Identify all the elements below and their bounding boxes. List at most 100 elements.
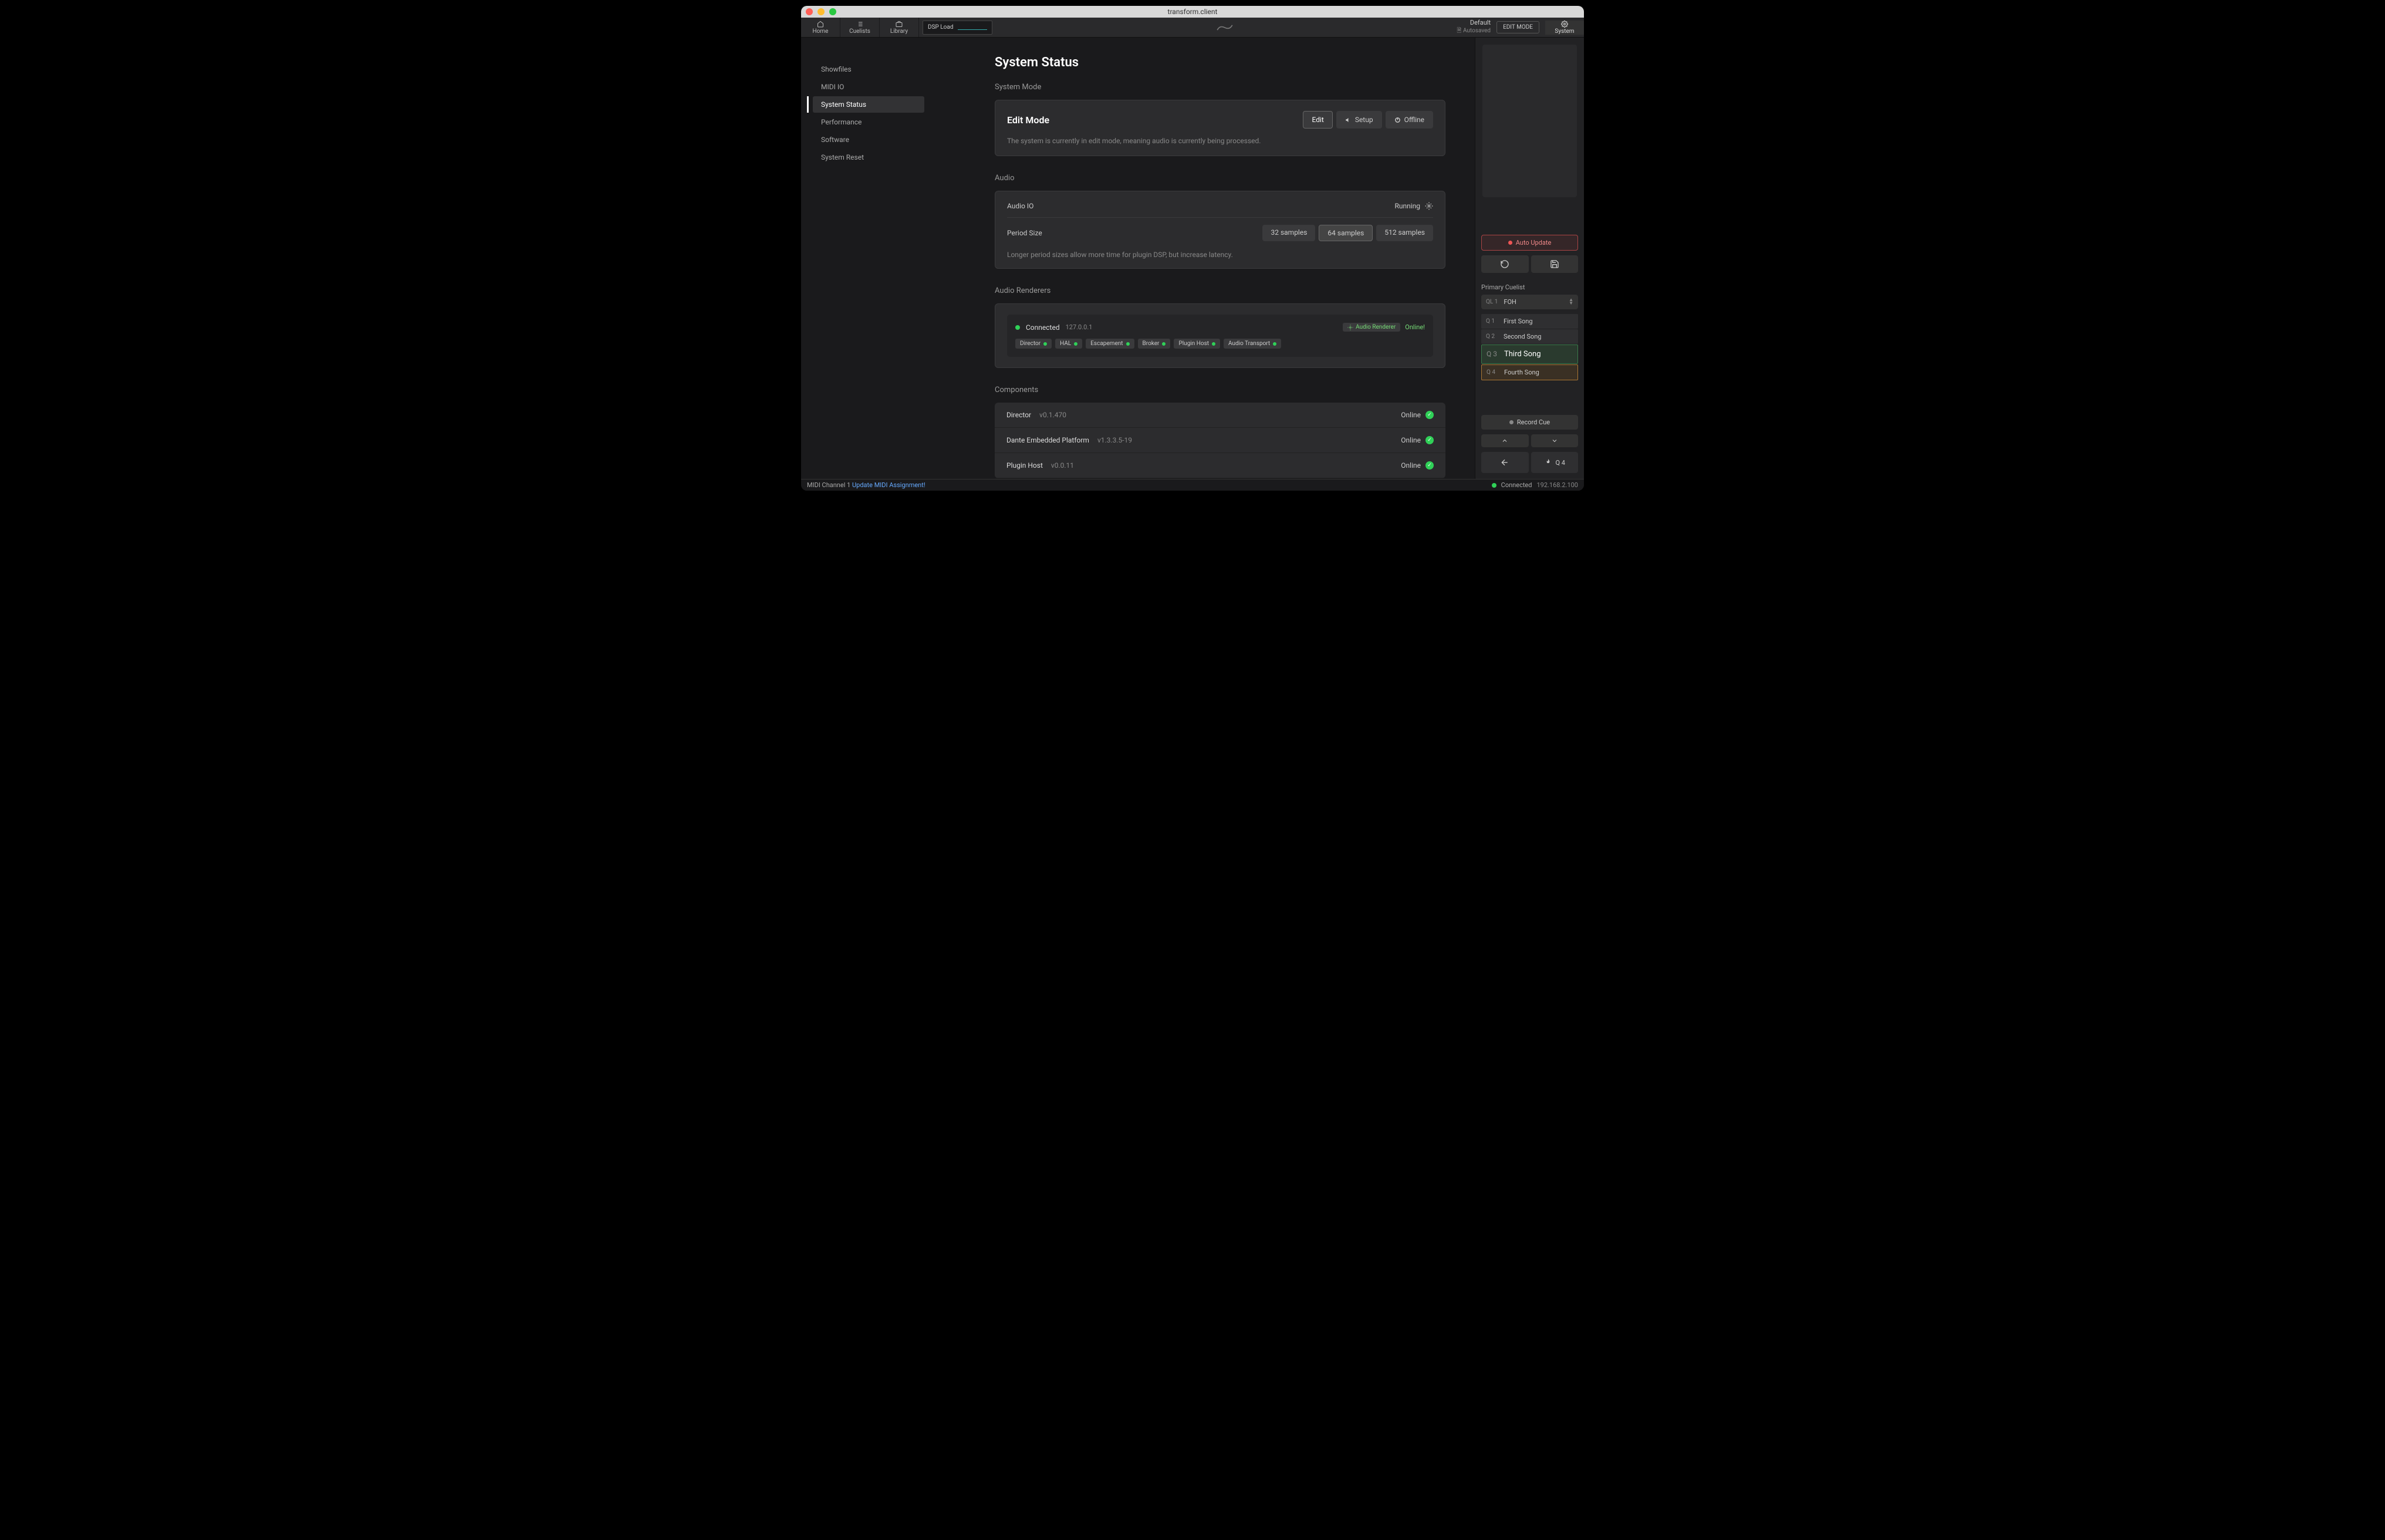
close-icon[interactable] xyxy=(806,8,813,15)
power-icon xyxy=(1394,117,1401,123)
component-version: v1.3.3.5-19 xyxy=(1097,436,1132,444)
component-name: Dante Embedded Platform xyxy=(1006,436,1089,444)
window-controls[interactable] xyxy=(806,8,836,15)
chevron-down-icon xyxy=(1551,437,1558,444)
logo-icon xyxy=(1215,22,1235,33)
chip-escapement: Escapement xyxy=(1086,339,1134,349)
audio-io-status: Running xyxy=(1394,202,1420,210)
go-button[interactable]: Q 4 xyxy=(1531,452,1579,473)
edit-mode-badge[interactable]: EDIT MODE xyxy=(1496,21,1539,33)
mode-description: The system is currently in edit mode, me… xyxy=(1007,137,1433,145)
period-description: Longer period sizes allow more time for … xyxy=(1007,251,1433,259)
mode-edit-button[interactable]: Edit xyxy=(1303,111,1332,129)
cue-up-button[interactable] xyxy=(1481,434,1529,447)
period-32-button[interactable]: 32 samples xyxy=(1262,225,1315,241)
sidebar-item-performance[interactable]: Performance xyxy=(813,114,924,130)
component-version: v0.1.470 xyxy=(1039,411,1066,419)
briefcase-icon xyxy=(895,21,903,28)
midi-assignment-link[interactable]: Update MIDI Assignment! xyxy=(852,481,925,489)
renderers-card: Connected 127.0.0.1 Audio Renderer Onlin… xyxy=(995,303,1445,368)
connection-ip: 192.168.2.100 xyxy=(1536,481,1578,489)
chevron-up-icon xyxy=(1501,437,1508,444)
component-status: Online xyxy=(1401,436,1421,444)
main-content[interactable]: System Status System Mode Edit Mode Edit… xyxy=(936,38,1475,479)
list-icon xyxy=(856,21,864,28)
speaker-icon xyxy=(1345,117,1352,123)
app-logo xyxy=(992,18,1457,37)
sidebar-item-software[interactable]: Software xyxy=(813,131,924,148)
record-dot-icon xyxy=(1508,241,1512,245)
gear-icon xyxy=(1347,325,1353,330)
show-name-block: Default 🗎 Autosaved xyxy=(1457,19,1491,36)
cue-item[interactable]: Q 2Second Song xyxy=(1481,329,1578,344)
status-dot-icon xyxy=(1015,325,1020,330)
undo-button[interactable] xyxy=(1481,255,1529,273)
component-row: Plugin Hostv0.0.11 Online xyxy=(995,453,1445,478)
status-dot-icon xyxy=(1126,342,1130,346)
cue-item-active[interactable]: Q 3Third Song xyxy=(1481,345,1578,364)
section-renderers: Audio Renderers xyxy=(995,286,1445,295)
window-title: transform.client xyxy=(1168,8,1218,16)
home-icon xyxy=(816,21,825,28)
gear-icon xyxy=(1560,21,1569,28)
autosave-icon: 🗎 xyxy=(1457,28,1463,34)
renderer-box: Connected 127.0.0.1 Audio Renderer Onlin… xyxy=(1007,315,1433,357)
selected-cuelist: FOH xyxy=(1498,298,1569,306)
nav-home[interactable]: Home xyxy=(801,18,840,37)
section-audio: Audio xyxy=(995,174,1445,183)
chip-director: Director xyxy=(1015,339,1052,349)
audio-renderer-badge: Audio Renderer xyxy=(1343,323,1400,332)
nav-system[interactable]: System xyxy=(1545,21,1584,35)
cue-item[interactable]: Q 1First Song xyxy=(1481,314,1578,329)
sidebar-item-midi-io[interactable]: MIDI IO xyxy=(813,79,924,95)
midi-channel-label: MIDI Channel 1 xyxy=(807,481,850,489)
audio-io-label: Audio IO xyxy=(1007,202,1033,210)
section-components: Components xyxy=(995,386,1445,394)
cuelist-select[interactable]: QL 1 FOH ▲▼ xyxy=(1481,295,1578,309)
component-status: Online xyxy=(1401,461,1421,470)
period-64-button[interactable]: 64 samples xyxy=(1319,225,1373,241)
chip-hal: HAL xyxy=(1055,339,1082,349)
chip-audio-transport: Audio Transport xyxy=(1224,339,1281,349)
save-button[interactable] xyxy=(1531,255,1579,273)
status-dot-icon xyxy=(1043,342,1047,346)
page-title: System Status xyxy=(995,55,1445,70)
connection-status: Connected xyxy=(1501,481,1532,489)
dot-icon xyxy=(1509,420,1514,424)
status-dot-icon xyxy=(1074,342,1077,346)
dsp-load-meter: DSP Load xyxy=(923,21,992,35)
mode-offline-button[interactable]: Offline xyxy=(1386,111,1433,129)
go-back-button[interactable] xyxy=(1481,452,1529,473)
renderer-ip: 127.0.0.1 xyxy=(1066,323,1093,331)
cue-down-button[interactable] xyxy=(1531,434,1579,447)
mode-title: Edit Mode xyxy=(1007,114,1049,126)
cue-list: Q 1First Song Q 2Second Song Q 3Third So… xyxy=(1481,314,1578,380)
cue-item-pending[interactable]: Q 4Fourth Song xyxy=(1481,364,1578,380)
mode-card: Edit Mode Edit Setup Offline xyxy=(995,100,1445,156)
section-system-mode: System Mode xyxy=(995,83,1445,92)
status-dot-icon xyxy=(1162,342,1166,346)
nav-library[interactable]: Library xyxy=(880,18,919,37)
status-dot-icon xyxy=(1492,483,1496,488)
mode-setup-button[interactable]: Setup xyxy=(1336,111,1382,129)
period-label: Period Size xyxy=(1007,229,1042,237)
component-version: v0.0.11 xyxy=(1051,461,1074,470)
nav-cuelists[interactable]: Cuelists xyxy=(840,18,880,37)
undo-icon xyxy=(1500,259,1509,269)
maximize-icon[interactable] xyxy=(829,8,836,15)
auto-update-button[interactable]: Auto Update xyxy=(1481,235,1578,251)
sidebar-item-showfiles[interactable]: Showfiles xyxy=(813,61,924,77)
right-panel: Auto Update Primary Cuelist QL 1 FOH ▲▼ … xyxy=(1475,38,1584,479)
period-512-button[interactable]: 512 samples xyxy=(1376,225,1433,241)
renderer-online: Online! xyxy=(1405,323,1425,331)
sidebar-item-system-reset[interactable]: System Reset xyxy=(813,149,924,166)
status-dot-icon xyxy=(1273,342,1276,346)
primary-cuelist-label: Primary Cuelist xyxy=(1481,283,1578,291)
check-icon xyxy=(1425,411,1434,419)
component-name: Director xyxy=(1006,411,1031,419)
record-cue-button[interactable]: Record Cue xyxy=(1481,415,1578,430)
sidebar-item-system-status[interactable]: System Status xyxy=(813,96,924,113)
component-row: Dante Embedded Platform v1.3.3.5-19 Onlin… xyxy=(995,428,1445,453)
gear-icon[interactable] xyxy=(1425,202,1433,210)
minimize-icon[interactable] xyxy=(817,8,825,15)
